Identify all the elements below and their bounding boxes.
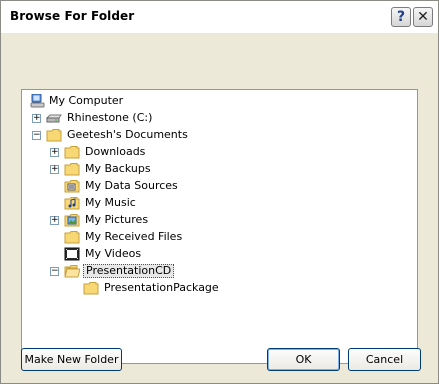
tree-item-my-videos[interactable]: My Videos — [22, 246, 402, 263]
open-folder-icon — [64, 265, 80, 278]
dialog-title: Browse For Folder — [10, 9, 135, 23]
title-bar[interactable]: Browse For Folder ? ✕ — [1, 1, 438, 33]
data-sources-icon — [64, 180, 80, 193]
tree-item-presentationcd[interactable]: − PresentationCD — [22, 263, 402, 280]
cancel-button[interactable]: Cancel — [348, 348, 421, 371]
tree-item-my-backups[interactable]: + My Backups — [22, 161, 402, 178]
expand-icon[interactable]: + — [50, 216, 59, 225]
tree-item-label: My Received Files — [85, 230, 183, 243]
folder-icon — [64, 163, 80, 176]
tree-item-label: PresentationCD — [83, 264, 175, 278]
tree-item-label: Geetesh's Documents — [67, 128, 188, 141]
ok-button[interactable]: OK — [267, 348, 340, 371]
pictures-folder-icon — [64, 214, 80, 227]
tree-item-label: My Videos — [85, 247, 142, 260]
tree-item-my-data-sources[interactable]: My Data Sources — [22, 178, 402, 195]
folder-icon — [46, 129, 62, 142]
tree-item-label: My Pictures — [85, 213, 149, 226]
folder-icon — [64, 231, 80, 244]
music-folder-icon — [64, 197, 80, 210]
folder-icon — [83, 282, 99, 295]
drive-icon — [46, 114, 62, 123]
tree-item-presentationpackage[interactable]: PresentationPackage — [22, 280, 402, 297]
videos-folder-icon — [64, 247, 80, 261]
tree-item-my-received-files[interactable]: My Received Files — [22, 229, 402, 246]
tree-item-downloads[interactable]: + Downloads — [22, 144, 402, 161]
close-button[interactable]: ✕ — [413, 7, 433, 27]
folder-tree[interactable]: My Computer + Rhinestone (C:) − Geetesh'… — [21, 89, 418, 364]
collapse-icon[interactable]: − — [32, 131, 41, 140]
tree-item-label: Rhinestone (C:) — [67, 111, 153, 124]
tree-item-label: My Backups — [85, 162, 151, 175]
browse-for-folder-dialog: Browse For Folder ? ✕ My Computer + Rhin… — [0, 0, 439, 384]
tree-item-my-computer[interactable]: My Computer — [22, 93, 402, 110]
make-new-folder-button[interactable]: Make New Folder — [21, 348, 122, 371]
expand-icon[interactable]: + — [50, 148, 59, 157]
help-button[interactable]: ? — [391, 7, 411, 27]
folder-icon — [64, 146, 80, 159]
tree-item-label: My Data Sources — [85, 179, 178, 192]
tree-item-label: PresentationPackage — [104, 281, 219, 294]
dialog-body: My Computer + Rhinestone (C:) − Geetesh'… — [1, 33, 438, 383]
tree-item-label: My Music — [85, 196, 136, 209]
tree-item-label: Downloads — [85, 145, 146, 158]
tree-item-rhinestone-c[interactable]: + Rhinestone (C:) — [22, 110, 402, 127]
expand-icon[interactable]: + — [50, 165, 59, 174]
collapse-icon[interactable]: − — [50, 267, 59, 276]
tree-item-geetesh-documents[interactable]: − Geetesh's Documents — [22, 127, 402, 144]
tree-item-label: My Computer — [49, 94, 124, 107]
tree-item-my-pictures[interactable]: + My Pictures — [22, 212, 402, 229]
expand-icon[interactable]: + — [32, 114, 41, 123]
tree-item-my-music[interactable]: My Music — [22, 195, 402, 212]
computer-icon — [30, 94, 45, 108]
